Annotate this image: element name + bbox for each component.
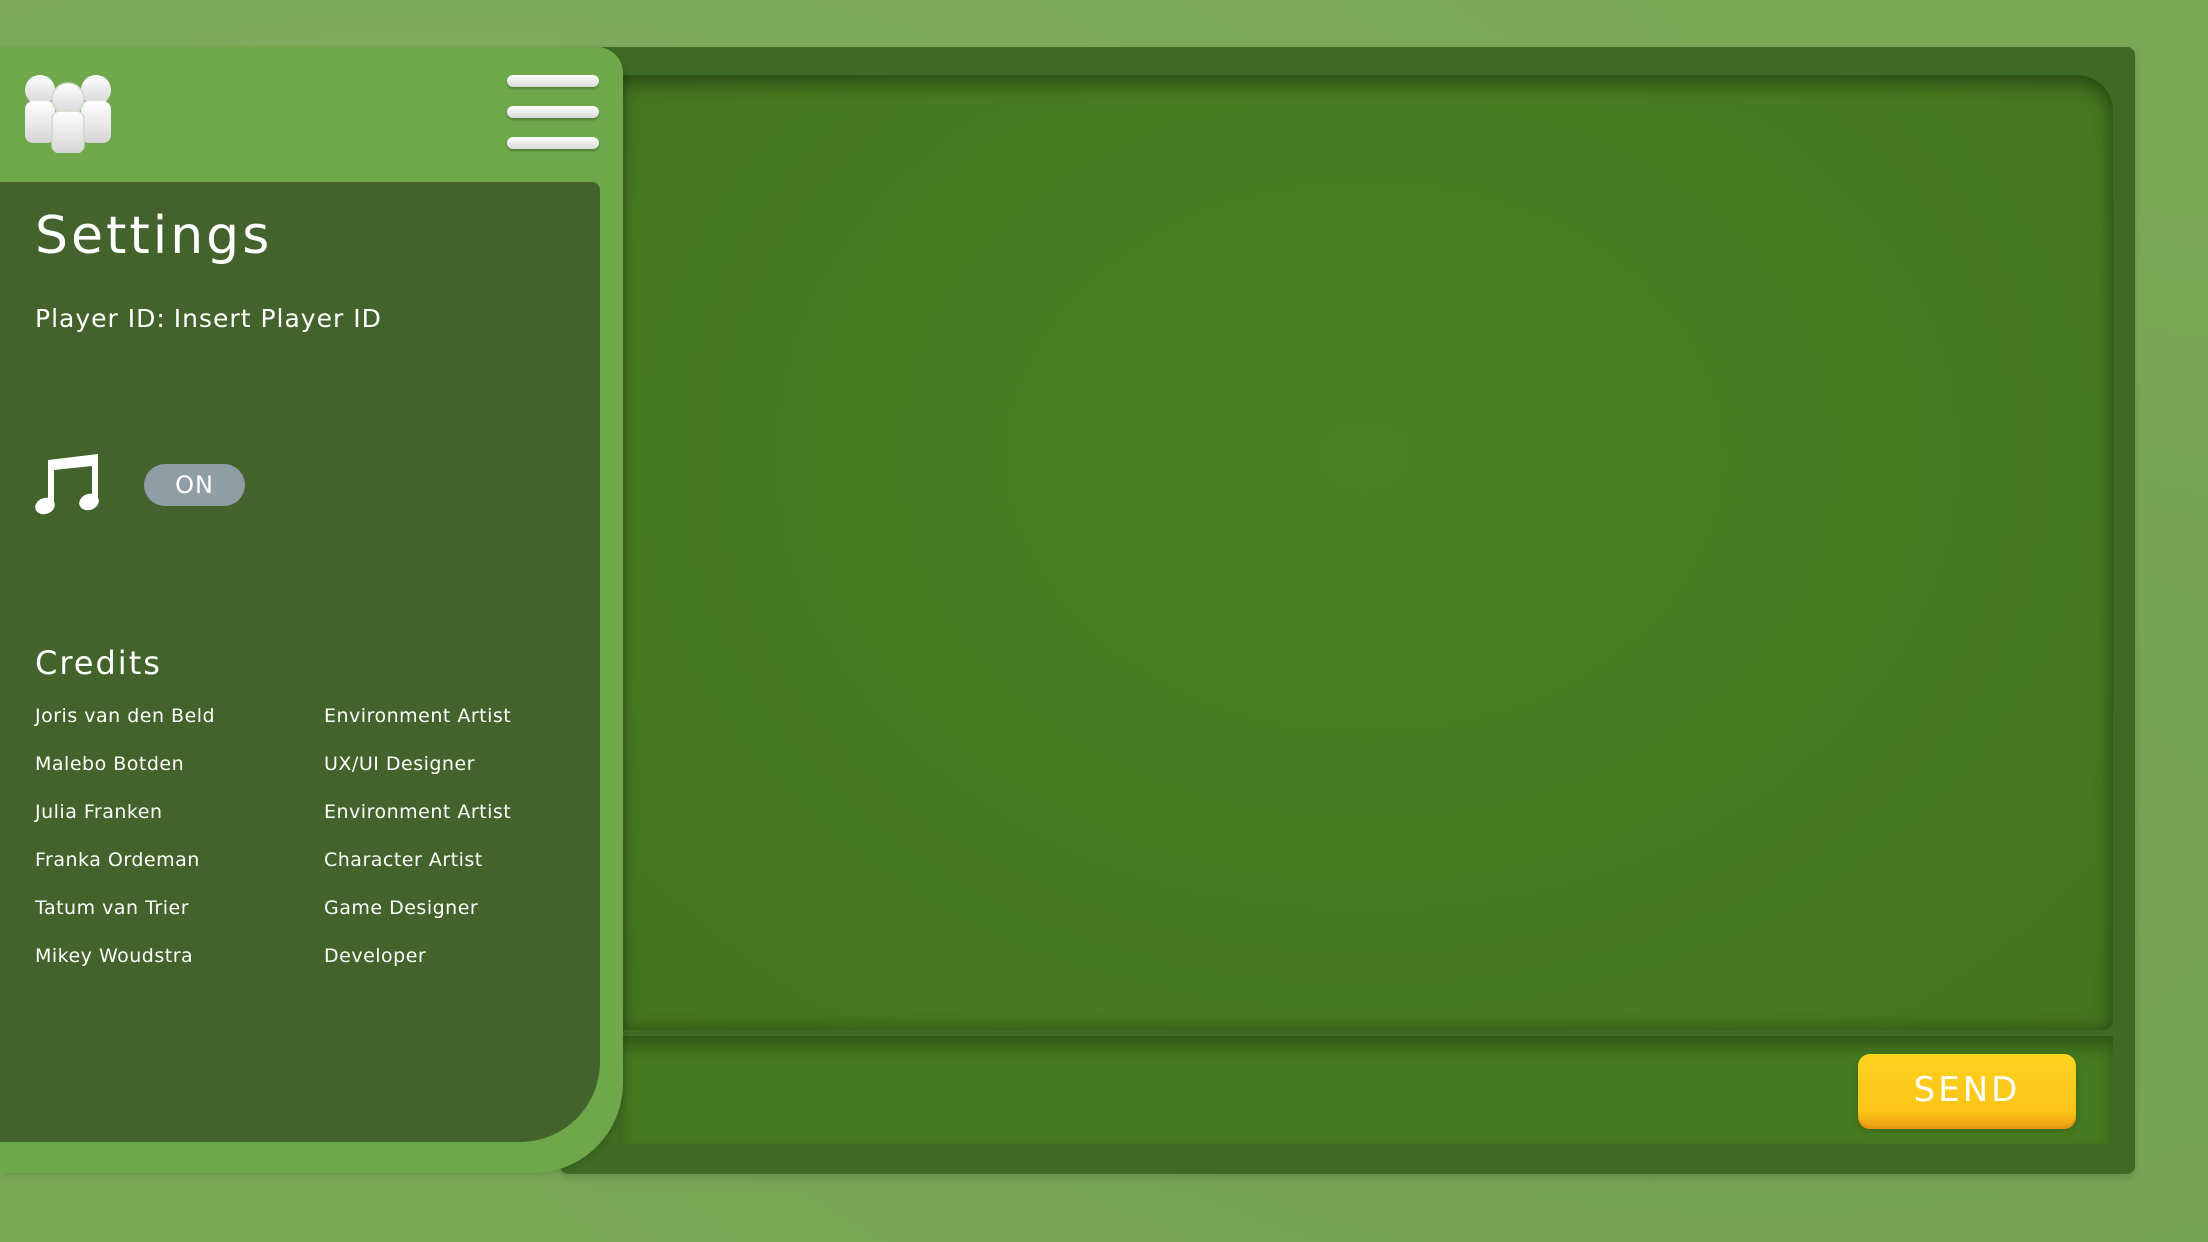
credit-name: Malebo Botden bbox=[35, 753, 185, 775]
credit-name: Franka Ordeman bbox=[35, 849, 200, 871]
player-id-label: Player ID: bbox=[35, 304, 166, 333]
chat-message-area[interactable] bbox=[620, 75, 2113, 1030]
settings-title: Settings bbox=[35, 206, 273, 266]
credit-name: Mikey Woudstra bbox=[35, 945, 194, 967]
player-id: Player ID: Insert Player ID bbox=[35, 304, 382, 333]
hamburger-menu-icon[interactable] bbox=[507, 75, 599, 149]
credit-role: UX/UI Designer bbox=[324, 753, 475, 775]
credit-row: Mikey Woudstra Developer bbox=[35, 945, 575, 993]
credit-role: Game Designer bbox=[324, 897, 479, 919]
chat-board: SEND bbox=[560, 47, 2135, 1174]
credits-list: Joris van den Beld Environment Artist Ma… bbox=[35, 705, 575, 993]
credit-role: Environment Artist bbox=[324, 705, 512, 727]
settings-card: Settings Player ID: Insert Player ID ON C… bbox=[0, 182, 600, 1142]
credit-name: Joris van den Beld bbox=[35, 705, 216, 727]
friends-icon[interactable] bbox=[24, 73, 112, 154]
chat-input-bar[interactable]: SEND bbox=[620, 1036, 2113, 1144]
credit-row: Julia Franken Environment Artist bbox=[35, 801, 575, 849]
credits-title: Credits bbox=[35, 644, 162, 682]
side-panel: Settings Player ID: Insert Player ID ON C… bbox=[0, 47, 623, 1173]
music-toggle[interactable]: ON bbox=[144, 464, 245, 506]
credit-role: Developer bbox=[324, 945, 427, 967]
credit-name: Tatum van Trier bbox=[35, 897, 190, 919]
music-note-icon bbox=[34, 452, 102, 516]
credit-name: Julia Franken bbox=[35, 801, 163, 823]
credit-row: Tatum van Trier Game Designer bbox=[35, 897, 575, 945]
credit-row: Franka Ordeman Character Artist bbox=[35, 849, 575, 897]
credit-role: Character Artist bbox=[324, 849, 483, 871]
credit-row: Malebo Botden UX/UI Designer bbox=[35, 753, 575, 801]
credit-role: Environment Artist bbox=[324, 801, 512, 823]
credit-row: Joris van den Beld Environment Artist bbox=[35, 705, 575, 753]
send-button[interactable]: SEND bbox=[1858, 1054, 2076, 1126]
player-id-value: Insert Player ID bbox=[173, 304, 382, 333]
